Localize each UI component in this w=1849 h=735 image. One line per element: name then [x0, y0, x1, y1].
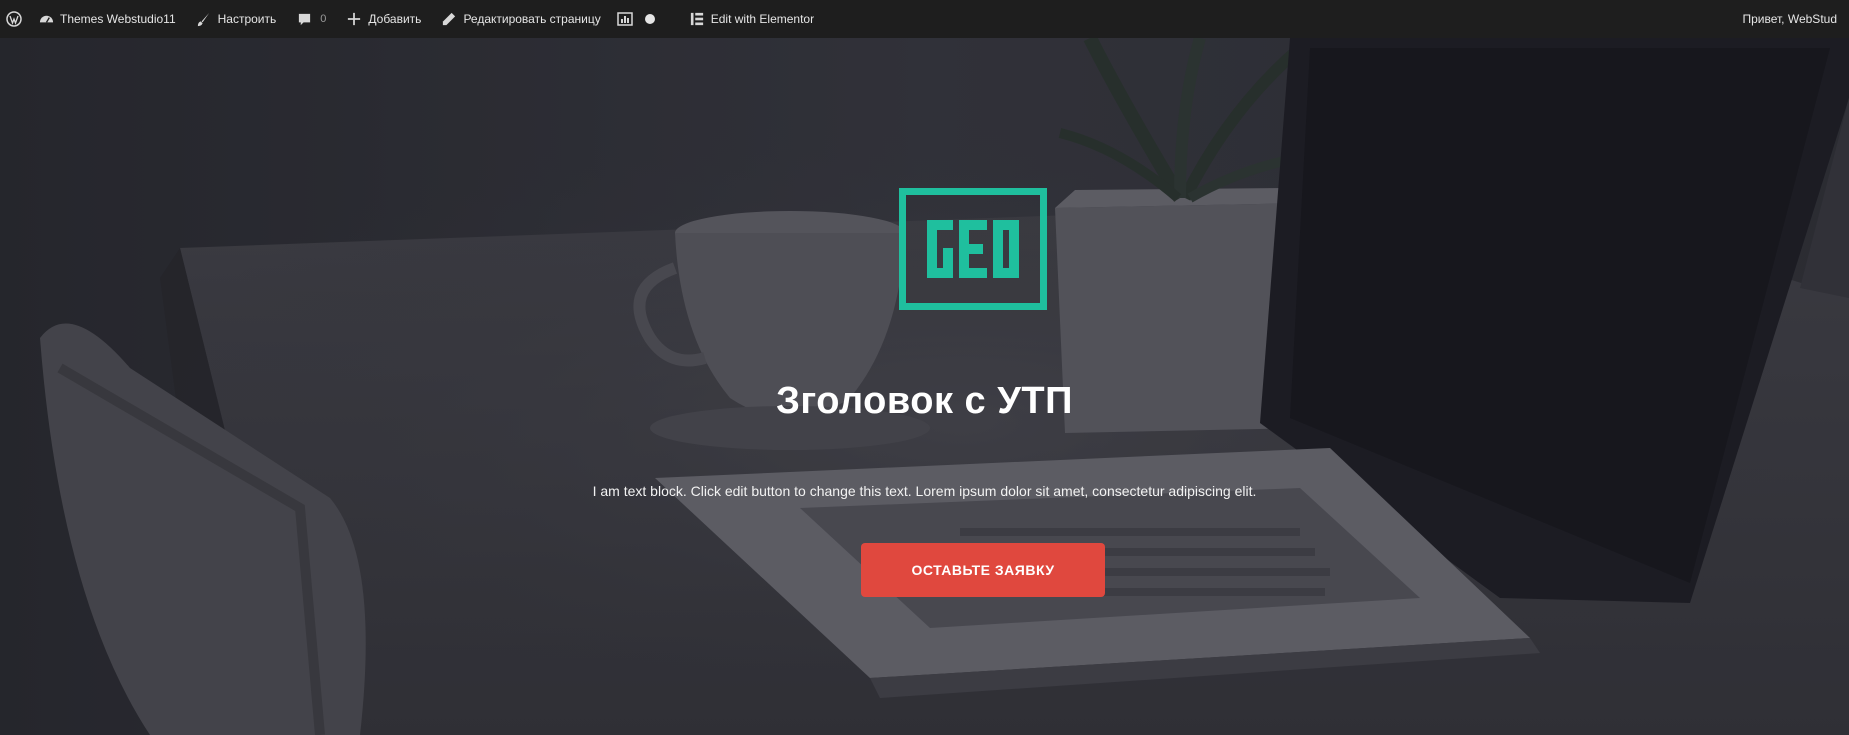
site-name-link[interactable]: Themes Webstudio11: [28, 0, 186, 38]
geo-logo[interactable]: GEO: [899, 188, 1047, 310]
status-dot-icon: [644, 14, 655, 24]
elementor-link[interactable]: Edit with Elementor: [679, 0, 824, 38]
plus-icon: [346, 11, 362, 27]
add-new-link[interactable]: Добавить: [336, 0, 431, 38]
admin-bar: Themes Webstudio11 Настроить 0 Добавить …: [0, 0, 1849, 38]
comment-icon: [296, 11, 312, 27]
elementor-icon: [689, 11, 705, 27]
geo-logo-text: GEO: [973, 195, 974, 196]
edit-page-label: Редактировать страницу: [463, 12, 601, 26]
site-name: Themes Webstudio11: [60, 12, 176, 26]
wordpress-menu[interactable]: [0, 0, 28, 38]
account-greeting[interactable]: Привет, WebStud: [1731, 12, 1849, 26]
stats-icon: [616, 11, 633, 27]
dashboard-icon: [38, 11, 54, 27]
customize-link[interactable]: Настроить: [186, 0, 287, 38]
pencil-icon: [441, 11, 457, 27]
comments-count: 0: [320, 13, 327, 25]
hero-title: Зголовок с УТП: [776, 380, 1073, 422]
stats-link[interactable]: [611, 0, 639, 38]
customize-label: Настроить: [217, 12, 277, 26]
elementor-label: Edit with Elementor: [710, 12, 815, 26]
brush-icon: [196, 11, 212, 27]
hero-content: GEO Зголовок с УТП I am text block. Clic…: [0, 38, 1849, 735]
hero-section: GEO Зголовок с УТП I am text block. Clic…: [0, 38, 1849, 735]
comments-link[interactable]: 0: [286, 0, 336, 38]
submit-request-button[interactable]: ОСТАВЬТЕ ЗАЯВКУ: [861, 543, 1105, 597]
add-new-label: Добавить: [368, 12, 422, 26]
wordpress-icon: [6, 11, 22, 27]
status-indicator[interactable]: [639, 0, 661, 38]
edit-page-link[interactable]: Редактировать страницу: [431, 0, 610, 38]
geo-logo-mark: [927, 220, 1019, 278]
hero-text: I am text block. Click edit button to ch…: [592, 483, 1257, 499]
